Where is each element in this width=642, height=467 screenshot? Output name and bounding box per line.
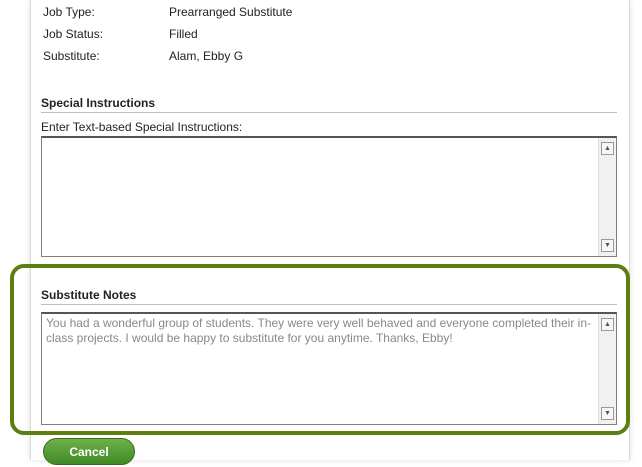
cancel-button[interactable]: Cancel (43, 438, 135, 465)
job-type-label: Job Type: (43, 5, 95, 19)
job-status-label: Job Status: (43, 27, 104, 41)
special-instructions-field-label: Enter Text-based Special Instructions: (41, 120, 243, 134)
job-status-value: Filled (169, 27, 198, 41)
substitute-notes-textarea[interactable]: ▲ ▼ (41, 312, 617, 425)
substitute-notes-scrollbar[interactable]: ▲ ▼ (598, 314, 616, 424)
scroll-down-icon[interactable]: ▼ (601, 239, 614, 252)
special-instructions-textarea[interactable]: ▲ ▼ (41, 136, 617, 257)
substitute-notes-input[interactable] (42, 314, 598, 424)
scroll-down-icon[interactable]: ▼ (601, 407, 614, 420)
scroll-up-icon[interactable]: ▲ (601, 318, 614, 331)
substitute-label: Substitute: (43, 49, 100, 63)
job-type-value: Prearranged Substitute (169, 5, 293, 19)
special-instructions-input[interactable] (42, 138, 598, 256)
special-instructions-title: Special Instructions (41, 96, 617, 113)
substitute-notes-title: Substitute Notes (41, 288, 617, 305)
special-instructions-scrollbar[interactable]: ▲ ▼ (598, 138, 616, 256)
job-details-panel: Job Type: Prearranged Substitute Job Sta… (30, 0, 630, 460)
substitute-value: Alam, Ebby G (169, 49, 244, 63)
scroll-up-icon[interactable]: ▲ (601, 142, 614, 155)
